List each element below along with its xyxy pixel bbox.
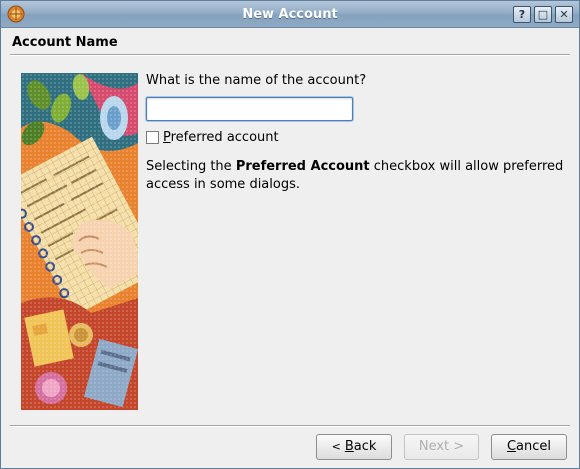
back-arrow-glyph: <	[331, 440, 341, 453]
preferred-account-checkbox[interactable]	[146, 131, 159, 144]
preferred-account-description: Selecting the Preferred Account checkbox…	[146, 158, 566, 194]
account-name-question: What is the name of the account?	[146, 73, 367, 88]
dialog-window: New Account ? □ ✕ Account Name What is t…	[0, 0, 580, 469]
info-text-before: Selecting the	[146, 159, 236, 174]
help-button[interactable]: ?	[513, 6, 531, 23]
preferred-mnemonic: P	[163, 130, 171, 145]
cancel-label: ancel	[516, 439, 552, 454]
top-divider	[10, 54, 570, 56]
back-label: ack	[353, 439, 377, 454]
wizard-illustration	[21, 73, 138, 410]
back-mnemonic: B	[344, 439, 354, 454]
preferred-account-label[interactable]: Preferred account	[163, 130, 279, 145]
account-name-input[interactable]	[146, 97, 353, 121]
back-button[interactable]: < Back	[316, 434, 392, 460]
preferred-label-text: referred account	[170, 130, 279, 145]
page-title: Account Name	[12, 35, 118, 50]
info-text-bold: Preferred Account	[235, 159, 370, 174]
close-button[interactable]: ✕	[555, 6, 573, 23]
maximize-button[interactable]: □	[534, 6, 552, 23]
title-bar[interactable]: New Account ? □ ✕	[1, 1, 579, 28]
wizard-illustration-art	[21, 73, 138, 410]
bottom-divider	[10, 425, 570, 427]
window-title: New Account	[242, 7, 338, 22]
cancel-button[interactable]: Cancel	[491, 434, 567, 460]
next-button[interactable]: Next >	[404, 434, 479, 460]
cancel-mnemonic: C	[506, 439, 517, 454]
